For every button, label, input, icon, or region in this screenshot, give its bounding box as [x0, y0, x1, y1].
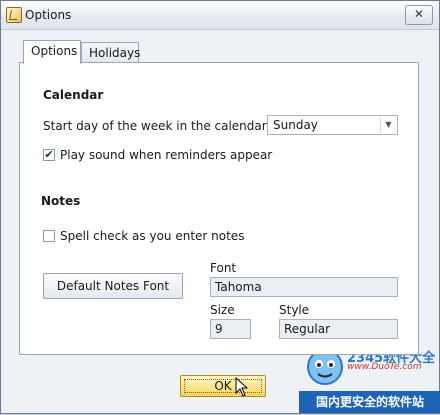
default-notes-font-button[interactable]: Default Notes Font [43, 273, 183, 299]
start-day-label: Start day of the week in the calendar [43, 119, 267, 133]
options-panel: Calendar Start day of the week in the ca… [19, 62, 419, 355]
watermark-url: www.DuoTe.com [347, 362, 422, 372]
spell-check-checkbox[interactable] [43, 230, 55, 242]
spell-check-label[interactable]: Spell check as you enter notes [60, 229, 244, 243]
notes-heading: Notes [41, 194, 81, 208]
play-sound-label[interactable]: Play sound when reminders appear [60, 148, 272, 162]
mouse-pointer-icon [235, 377, 249, 397]
tab-options[interactable]: Options [23, 40, 81, 64]
tab-holidays[interactable]: Holidays [81, 42, 140, 64]
options-app-icon [6, 7, 22, 23]
watermark: 2345软件大全 www.DuoTe.com 国内更安全的软件站 [299, 345, 440, 415]
start-day-value: Sunday [273, 118, 318, 132]
window-title: Options [25, 8, 72, 22]
size-label: Size [210, 303, 235, 317]
ok-button[interactable]: OK [180, 375, 266, 397]
checkmark-icon: ✔ [44, 148, 54, 161]
calendar-heading: Calendar [43, 88, 104, 102]
start-day-select[interactable]: Sunday ▼ [267, 115, 398, 135]
chevron-down-icon[interactable]: ▼ [380, 117, 396, 133]
style-label: Style [279, 303, 310, 317]
title-bar: Options ✕ [1, 1, 439, 30]
style-field: Regular [279, 319, 398, 339]
font-label: Font [210, 261, 237, 275]
options-dialog: Options ✕ Options Holidays Calendar Star… [0, 0, 440, 414]
ok-button-label: OK [214, 379, 232, 393]
play-sound-checkbox[interactable]: ✔ [43, 149, 55, 161]
watermark-banner: 国内更安全的软件站 [299, 391, 440, 413]
font-field: Tahoma [210, 277, 398, 297]
close-icon[interactable]: ✕ [405, 5, 433, 25]
size-field: 9 [210, 319, 251, 339]
